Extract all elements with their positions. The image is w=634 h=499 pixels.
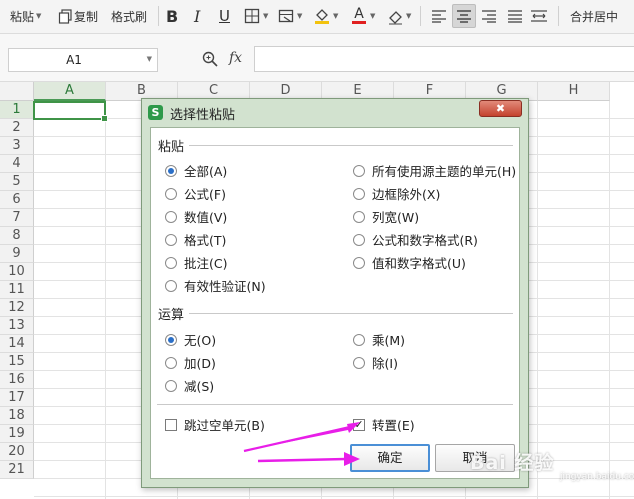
arrow-to-ok-icon — [257, 452, 360, 466]
annotation-arrows — [243, 422, 360, 466]
watermark-url: jingyan.baidu.com — [560, 472, 634, 482]
watermark-logo: Bai 经验 — [470, 452, 555, 474]
arrow-to-transpose-icon — [243, 422, 360, 453]
